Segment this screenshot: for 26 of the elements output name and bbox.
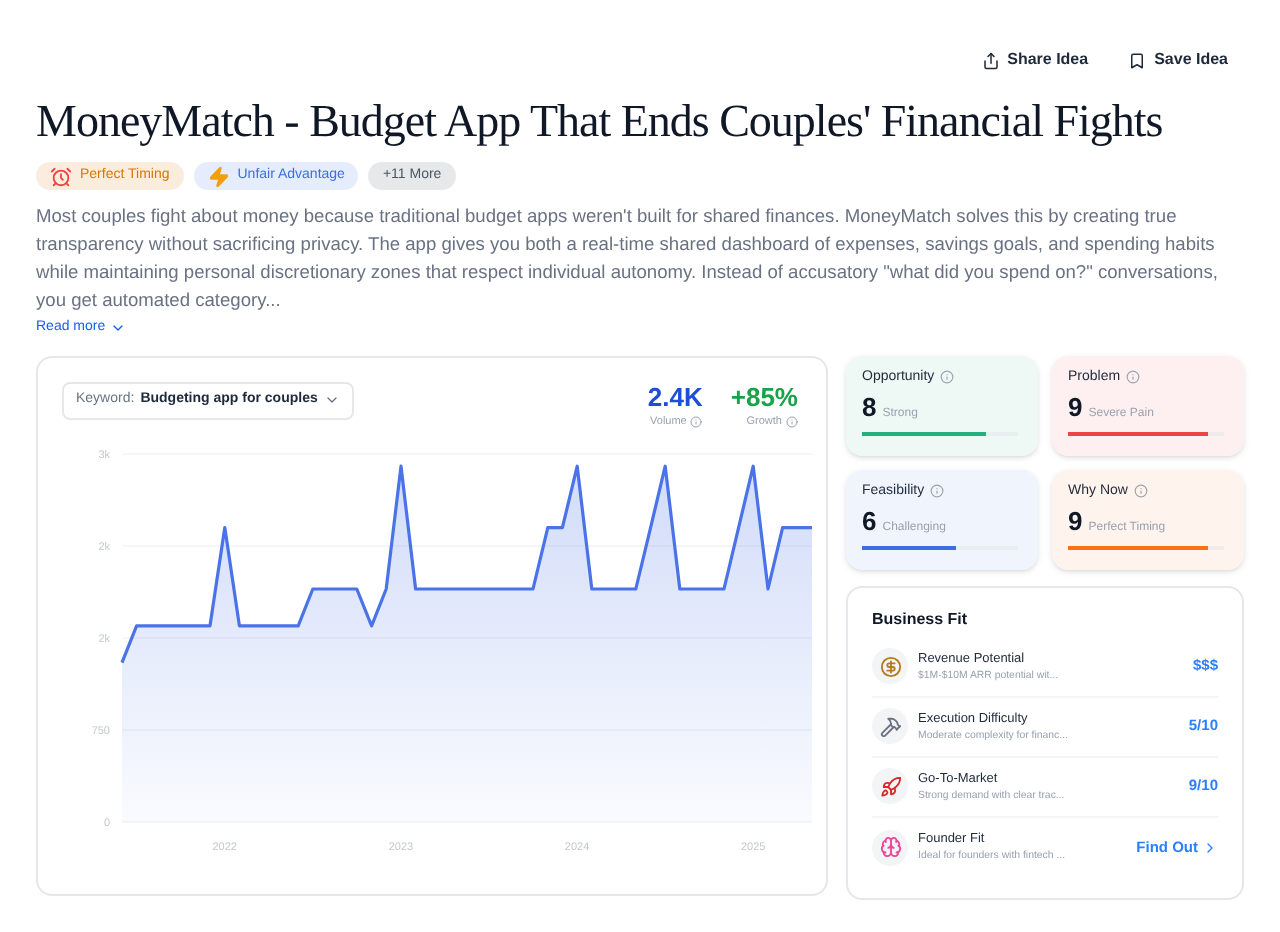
share-button[interactable]: Share Idea [981, 48, 1089, 72]
alarm-clock-icon [50, 165, 72, 187]
lightning-icon [207, 165, 230, 187]
bookmark-icon [1128, 51, 1147, 69]
share-icon [981, 51, 1000, 69]
hammer-icon [872, 708, 908, 744]
rocket-icon [872, 768, 908, 804]
score-value: 9 [1068, 392, 1083, 424]
info-icon [690, 415, 703, 428]
score-value: 6 [862, 506, 877, 538]
score-value: 8 [862, 392, 877, 424]
info-icon [786, 415, 798, 428]
business-fit-title: Business Fit [872, 607, 970, 631]
info-icon [1126, 370, 1141, 385]
stat-value: +85% [730, 381, 798, 413]
brain-icon [872, 829, 908, 865]
page-title: MoneyMatch - Budget App That Ends Couples' Financial Fights [36, 94, 1163, 150]
stat-value: 2.4K [647, 381, 703, 413]
chevron-down-icon [323, 392, 340, 408]
info-icon [1133, 484, 1148, 499]
score-value: 9 [1068, 506, 1083, 538]
idea-description: Most couples fight about money because traditional budget apps weren't built for shared finances. MoneyMatch solves this by creating true transparency without sacrificing privacy. The app gives you both a real-time shared dashboard of expenses, savings goals, and spending habits while maintaining personal discretionary zones that respect individual autonomy. Instead of accusatory "what did you spend on?" conversations, you get automated category... [36, 204, 1220, 314]
chevron-right-icon [1202, 839, 1218, 855]
save-button[interactable]: Save Idea [1128, 48, 1228, 72]
info-icon [940, 370, 955, 385]
info-icon [930, 484, 945, 499]
